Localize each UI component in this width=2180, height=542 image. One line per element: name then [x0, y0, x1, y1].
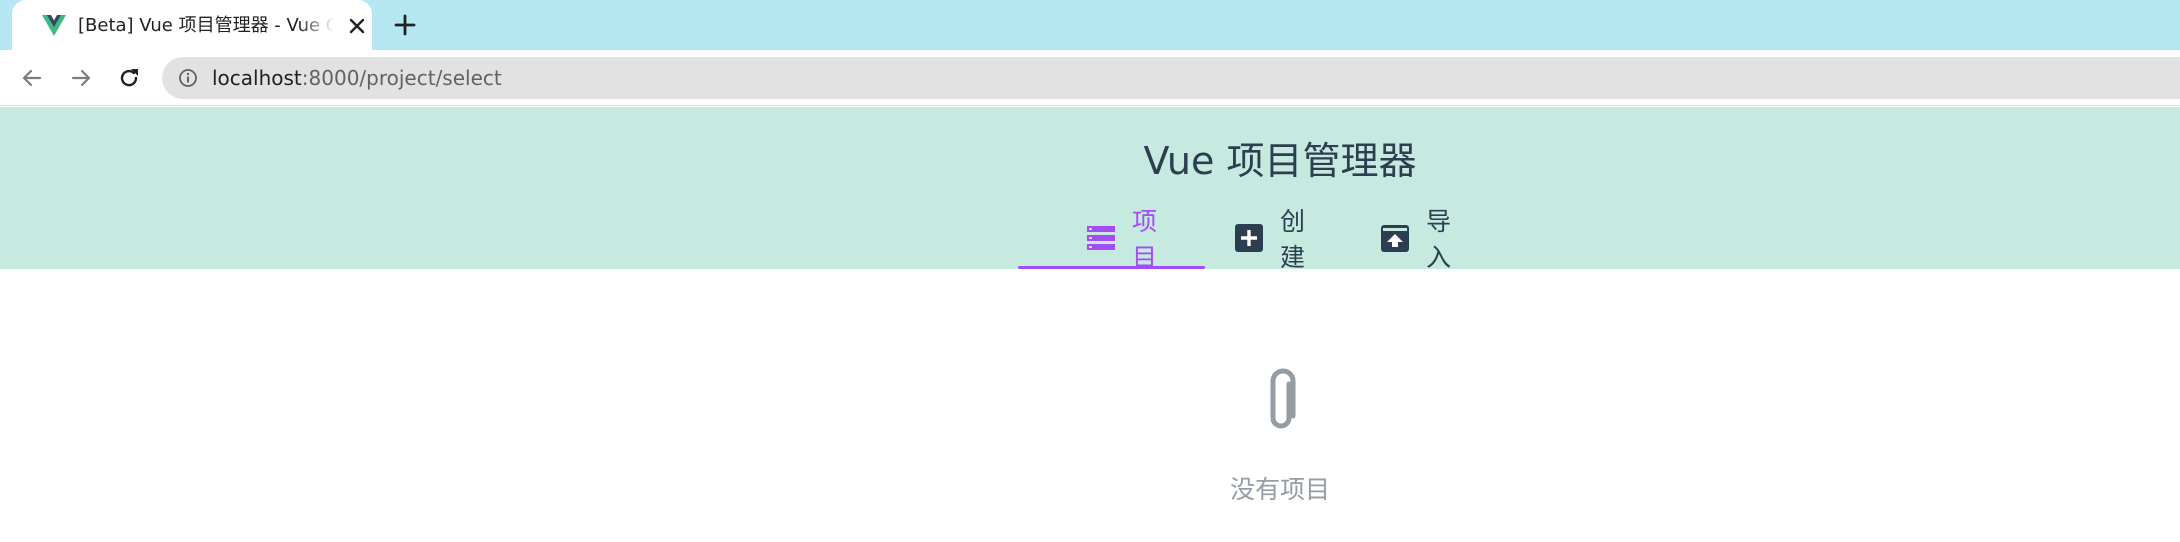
url-path: :8000/project/select — [301, 66, 502, 90]
arrow-right-icon — [71, 69, 91, 87]
page-title: Vue 项目管理器 — [1143, 139, 1417, 183]
url-host: localhost — [212, 66, 302, 90]
paperclip-icon — [1262, 366, 1302, 436]
app-header: Vue 项目管理器 项目 创建 导入 — [0, 107, 2180, 272]
reload-icon — [120, 69, 138, 87]
tab-create[interactable]: 创建 — [1234, 207, 1305, 272]
tab-projects[interactable]: 项目 — [1086, 207, 1157, 272]
browser-toolbar: localhost:8000/project/select — [0, 50, 2180, 106]
add-box-icon — [1234, 223, 1264, 253]
arrow-left-icon — [22, 69, 42, 87]
selected-tab-indicator — [1018, 266, 1205, 269]
reload-button[interactable] — [113, 62, 145, 94]
forward-button[interactable] — [65, 62, 97, 94]
unarchive-icon — [1380, 223, 1410, 253]
list-icon — [1086, 223, 1116, 253]
browser-tab-strip: [Beta] Vue 项目管理器 - Vue CLI — [0, 0, 2180, 51]
new-tab-button[interactable] — [390, 10, 420, 40]
vue-logo-icon — [42, 15, 66, 36]
tab-import[interactable]: 导入 — [1380, 207, 1451, 272]
url-text[interactable]: localhost:8000/project/select — [212, 57, 502, 99]
info-icon[interactable] — [178, 68, 198, 88]
close-icon[interactable] — [344, 13, 370, 39]
plus-icon — [394, 14, 416, 36]
browser-tab[interactable]: [Beta] Vue 项目管理器 - Vue CLI — [12, 0, 372, 51]
tab-create-label: 创建 — [1280, 207, 1306, 272]
back-button[interactable] — [16, 62, 48, 94]
empty-state-label: 没有项目 — [1229, 475, 1330, 504]
tab-title: [Beta] Vue 项目管理器 - Vue CLI — [78, 15, 334, 36]
address-bar[interactable]: localhost:8000/project/select — [162, 57, 2180, 99]
tab-projects-label: 项目 — [1132, 207, 1158, 272]
tab-import-label: 导入 — [1426, 207, 1452, 272]
